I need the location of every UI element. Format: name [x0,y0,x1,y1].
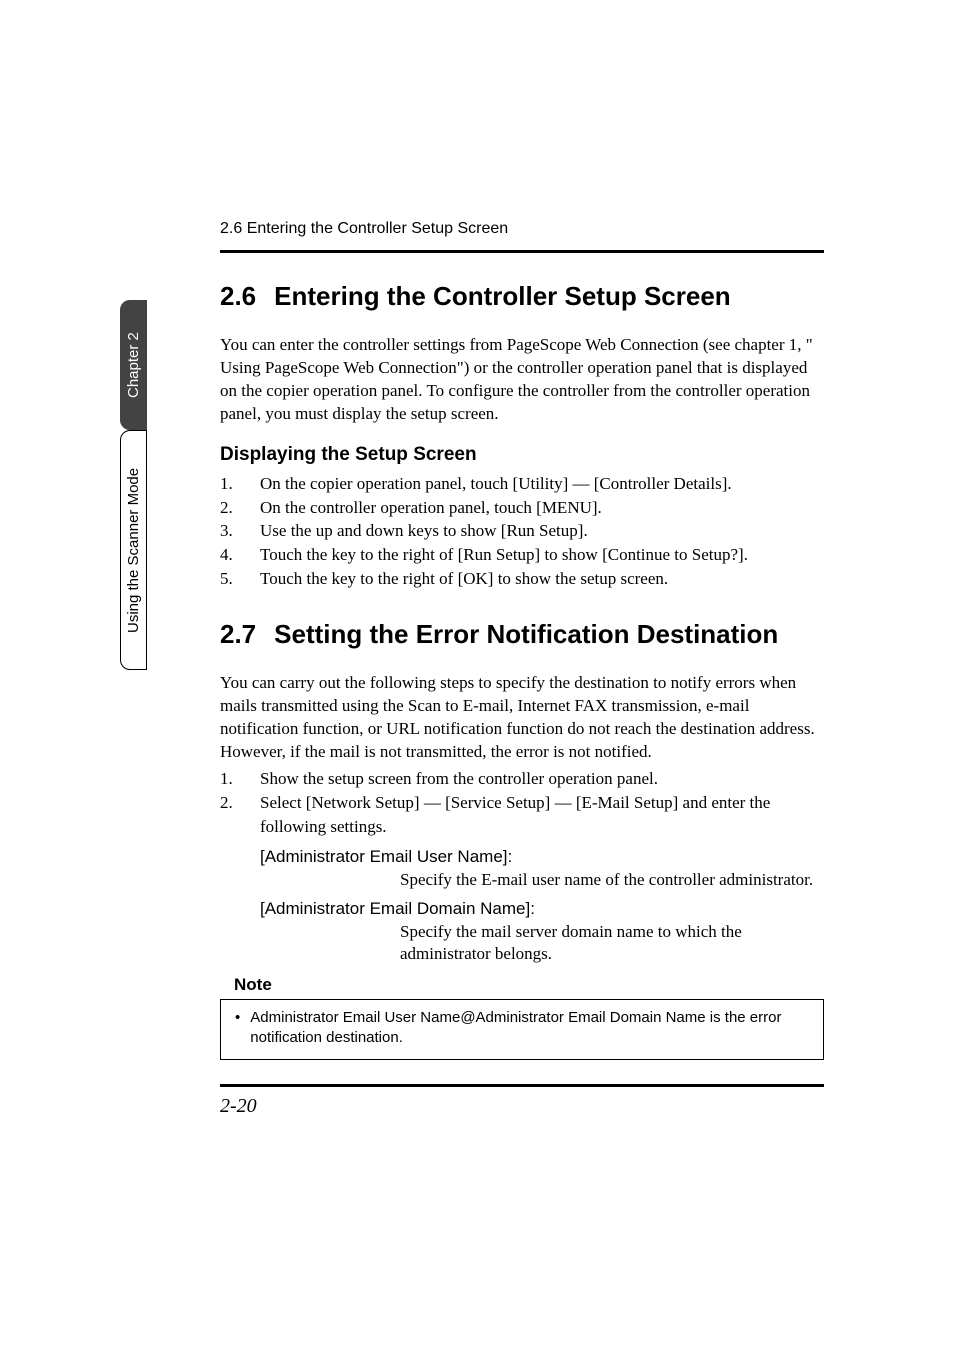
mode-tab: Using the Scanner Mode [120,430,147,670]
section-number: 2.7 [220,619,256,649]
section-2-6-intro: You can enter the controller settings fr… [220,334,824,426]
note-bullet: • Administrator Email User Name@Administ… [235,1008,809,1049]
section-2-6-heading: 2.6 Entering the Controller Setup Screen [220,281,824,312]
chapter-tab: Chapter 2 [120,300,147,430]
step-text: On the copier operation panel, touch [Ut… [260,472,732,496]
section-2-7-intro: You can carry out the following steps to… [220,672,824,764]
step-text: Show the setup screen from the controlle… [260,767,658,791]
list-item: 5. Touch the key to the right of [OK] to … [220,567,824,591]
step-text: Touch the key to the right of [OK] to sh… [260,567,668,591]
step-number: 4. [220,543,238,567]
header-rule [220,250,824,253]
section-number: 2.6 [220,281,256,311]
note-text: Administrator Email User Name@Administra… [250,1008,809,1049]
step-number: 1. [220,472,238,496]
page: Chapter 2 Using the Scanner Mode 2.6 Ent… [0,0,954,1351]
definition-desc: Specify the mail server domain name to w… [400,921,824,965]
section-2-6-subhead: Displaying the Setup Screen [220,444,824,466]
side-tabs: Chapter 2 Using the Scanner Mode [120,300,160,670]
section-2-7-heading: 2.7 Setting the Error Notification Destin… [220,619,824,650]
step-number: 2. [220,496,238,520]
step-number: 2. [220,791,238,839]
running-head: 2.6 Entering the Controller Setup Screen [220,220,824,238]
list-item: 1. Show the setup screen from the control… [220,767,824,791]
footer-rule [220,1084,824,1087]
section-title: Setting the Error Notification Destinati… [274,619,778,649]
steps-2-7: 1. Show the setup screen from the control… [220,767,824,838]
step-number: 1. [220,767,238,791]
list-item: 1. On the copier operation panel, touch [… [220,472,824,496]
page-number: 2-20 [220,1095,824,1118]
bullet-icon: • [235,1008,240,1049]
steps-2-6: 1. On the copier operation panel, touch [… [220,472,824,591]
step-text: Use the up and down keys to show [Run Se… [260,519,588,543]
definition-term: [Administrator Email User Name]: [260,847,824,867]
note-label: Note [234,975,824,995]
note-box: • Administrator Email User Name@Administ… [220,999,824,1060]
list-item: 4. Touch the key to the right of [Run Set… [220,543,824,567]
step-text: Select [Network Setup] — [Service Setup]… [260,791,824,839]
section-title: Entering the Controller Setup Screen [274,281,731,311]
list-item: 3. Use the up and down keys to show [Run … [220,519,824,543]
step-text: Touch the key to the right of [Run Setup… [260,543,748,567]
definition-desc: Specify the E-mail user name of the cont… [400,869,824,891]
step-number: 3. [220,519,238,543]
list-item: 2. On the controller operation panel, tou… [220,496,824,520]
list-item: 2. Select [Network Setup] — [Service Setu… [220,791,824,839]
definition-term: [Administrator Email Domain Name]: [260,899,824,919]
step-number: 5. [220,567,238,591]
step-text: On the controller operation panel, touch… [260,496,602,520]
